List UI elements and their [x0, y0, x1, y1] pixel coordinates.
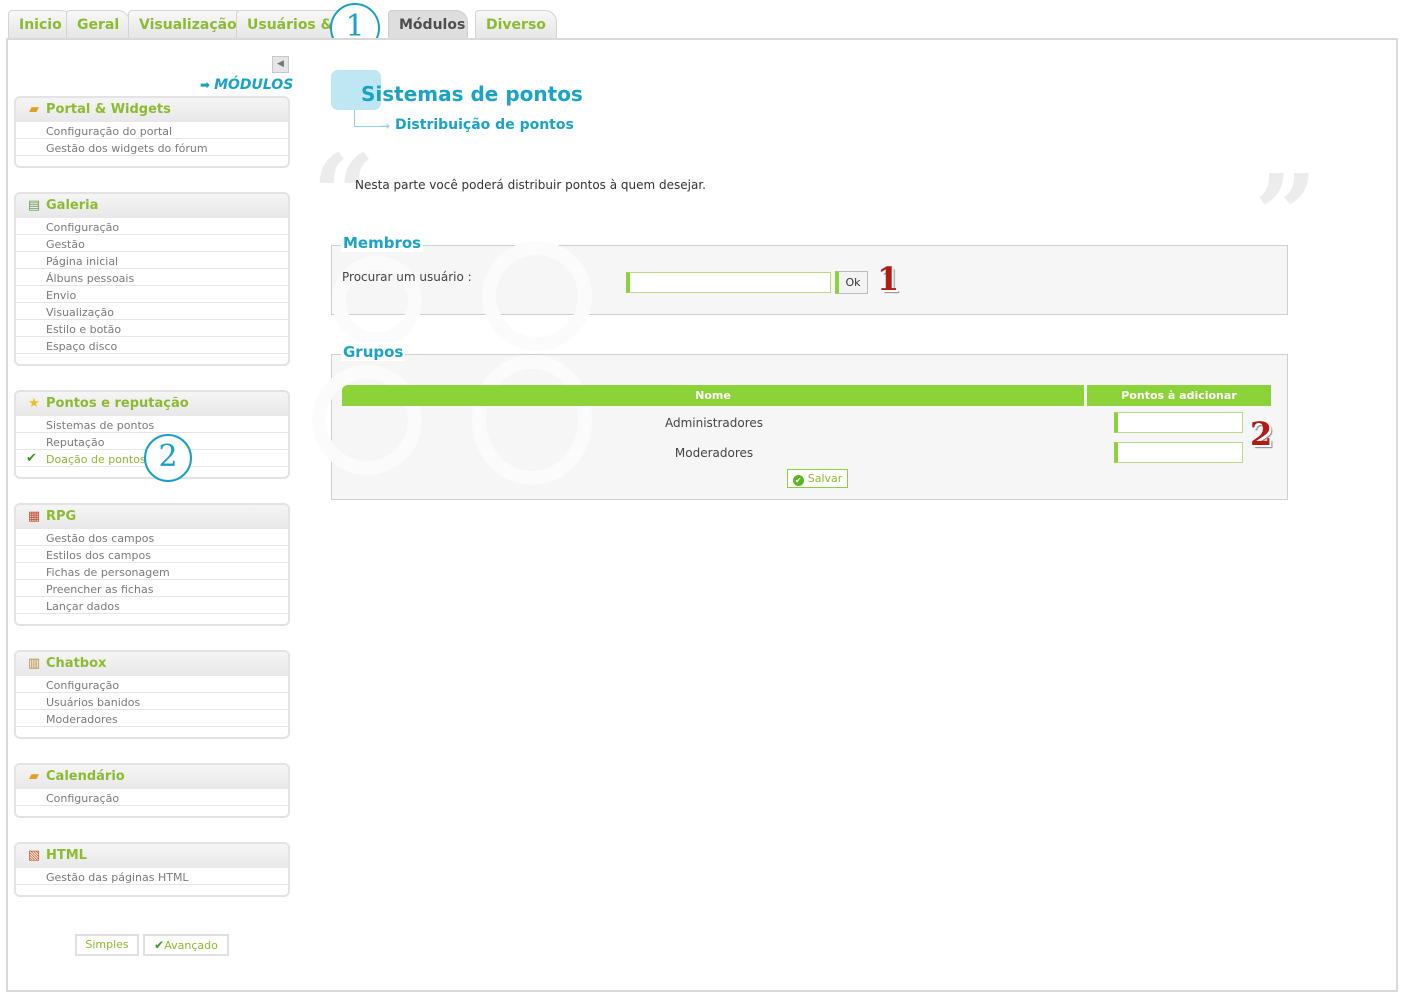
annotation-number-2: 2 — [1250, 415, 1273, 453]
sidebar-item[interactable]: Fichas de personagem — [16, 563, 288, 580]
sidebar-item[interactable]: Gestão — [16, 235, 288, 252]
page-subtitle: Distribuição de pontos — [395, 117, 574, 133]
arrow-right-icon: ➡ — [200, 78, 211, 92]
column-header-name: Nome — [342, 385, 1084, 406]
advanced-mode-button[interactable]: ✔Avançado — [143, 934, 229, 956]
search-user-input[interactable] — [626, 272, 831, 293]
sidebar-box-title: ▰ Calendário — [16, 765, 288, 789]
simple-mode-button[interactable]: Simples — [75, 934, 139, 956]
sidebar-heading: ➡ MÓDULOS — [200, 77, 294, 93]
groups-legend: Grupos — [341, 343, 406, 361]
box-icon: ▰ — [29, 102, 39, 117]
tab-modulos[interactable]: Módulos — [388, 10, 468, 40]
sidebar-item[interactable]: Sistemas de pontos — [16, 416, 288, 433]
points-input-administradores[interactable] — [1114, 412, 1243, 433]
sidebar-item[interactable]: Envio — [16, 286, 288, 303]
sidebar-item[interactable]: Gestão dos widgets do fórum — [16, 139, 288, 156]
annotation-number-1: 1 — [877, 260, 900, 298]
groups-fieldset: Grupos Nome Pontos à adicionar Administr… — [312, 343, 1288, 500]
calendar-icon: ▰ — [29, 769, 39, 784]
group-name: Administradores — [664, 416, 764, 430]
tab-inicio[interactable]: Inicio — [8, 10, 73, 40]
sidebar-item[interactable]: Estilo e botão — [16, 320, 288, 337]
sidebar-box-galeria: ▤ Galeria Configuração Gestão Página inic… — [14, 192, 290, 366]
sidebar-item[interactable]: Configuração do portal — [16, 122, 288, 139]
sidebar-item[interactable]: Lançar dados — [16, 597, 288, 614]
check-icon: ✔ — [26, 451, 37, 466]
sidebar-box-title: ▥ Chatbox — [16, 652, 288, 676]
star-icon: ★ — [28, 396, 40, 411]
members-legend: Membros — [341, 234, 424, 252]
swirl-decoration — [482, 241, 592, 351]
sidebar-item[interactable]: Gestão das páginas HTML — [16, 868, 288, 885]
sidebar-item[interactable]: Configuração — [16, 676, 288, 693]
tab-geral[interactable]: Geral — [66, 10, 131, 40]
page-title: Sistemas de pontos — [361, 82, 583, 106]
members-fieldset: Membros Procurar um usuário : Ok 1 — [331, 234, 1288, 351]
sidebar-box-rpg: ▦ RPG Gestão dos campos Estilos dos campo… — [14, 503, 290, 626]
sidebar-item[interactable]: Página inicial — [16, 252, 288, 269]
html-page-icon: ▧ — [27, 848, 41, 863]
sidebar-box-title: ▧ HTML — [16, 844, 288, 868]
sidebar-box-calendario: ▰ Calendário Configuração — [14, 763, 290, 818]
sidebar-item[interactable]: Álbuns pessoais — [16, 269, 288, 286]
sidebar-item[interactable]: Visualização — [16, 303, 288, 320]
column-header-points: Pontos à adicionar — [1087, 385, 1271, 406]
sidebar-box-chatbox: ▥ Chatbox Configuração Usuários banidos M… — [14, 650, 290, 739]
sidebar-box-title: ▦ RPG — [16, 505, 288, 529]
chatbox-icon: ▥ — [27, 656, 41, 671]
sidebar-item[interactable]: Espaço disco — [16, 337, 288, 354]
ok-button[interactable]: Ok — [835, 271, 868, 294]
arrow-right-icon: → — [380, 119, 391, 133]
sidebar-box-html: ▧ HTML Gestão das páginas HTML — [14, 842, 290, 897]
tab-diverso[interactable]: Diverso — [475, 10, 557, 40]
check-circle-icon: ✔ — [792, 475, 804, 486]
group-name: Moderadores — [674, 446, 754, 460]
sidebar-item[interactable]: Configuração — [16, 218, 288, 235]
sidebar-box-title: ▤ Galeria — [16, 194, 288, 218]
rpg-icon: ▦ — [27, 509, 41, 524]
collapse-sidebar-button[interactable]: ◀ — [272, 56, 289, 73]
sidebar-box-title: ★ Pontos e reputação — [16, 392, 288, 416]
sidebar-item[interactable]: Gestão dos campos — [16, 529, 288, 546]
points-input-moderadores[interactable] — [1114, 442, 1243, 463]
gallery-icon: ▤ — [27, 198, 41, 213]
search-user-label: Procurar um usuário : — [342, 270, 472, 284]
sidebar-item[interactable]: Preencher as fichas — [16, 580, 288, 597]
check-icon: ✔ — [154, 938, 165, 952]
sidebar-item[interactable]: Configuração — [16, 789, 288, 806]
sidebar-box-title: ▰ Portal & Widgets — [16, 98, 288, 122]
annotation-circle-2: 2 — [144, 434, 192, 482]
sidebar-item[interactable]: Estilos dos campos — [16, 546, 288, 563]
save-button[interactable]: ✔ Salvar — [787, 469, 848, 488]
sidebar-box-portal: ▰ Portal & Widgets Configuração do portal… — [14, 96, 290, 168]
sidebar-item[interactable]: Usuários banidos — [16, 693, 288, 710]
tab-visualizacao[interactable]: Visualização — [128, 10, 248, 40]
intro-text: Nesta parte você poderá distribuir ponto… — [355, 178, 706, 192]
sidebar-item[interactable]: Moderadores — [16, 710, 288, 727]
